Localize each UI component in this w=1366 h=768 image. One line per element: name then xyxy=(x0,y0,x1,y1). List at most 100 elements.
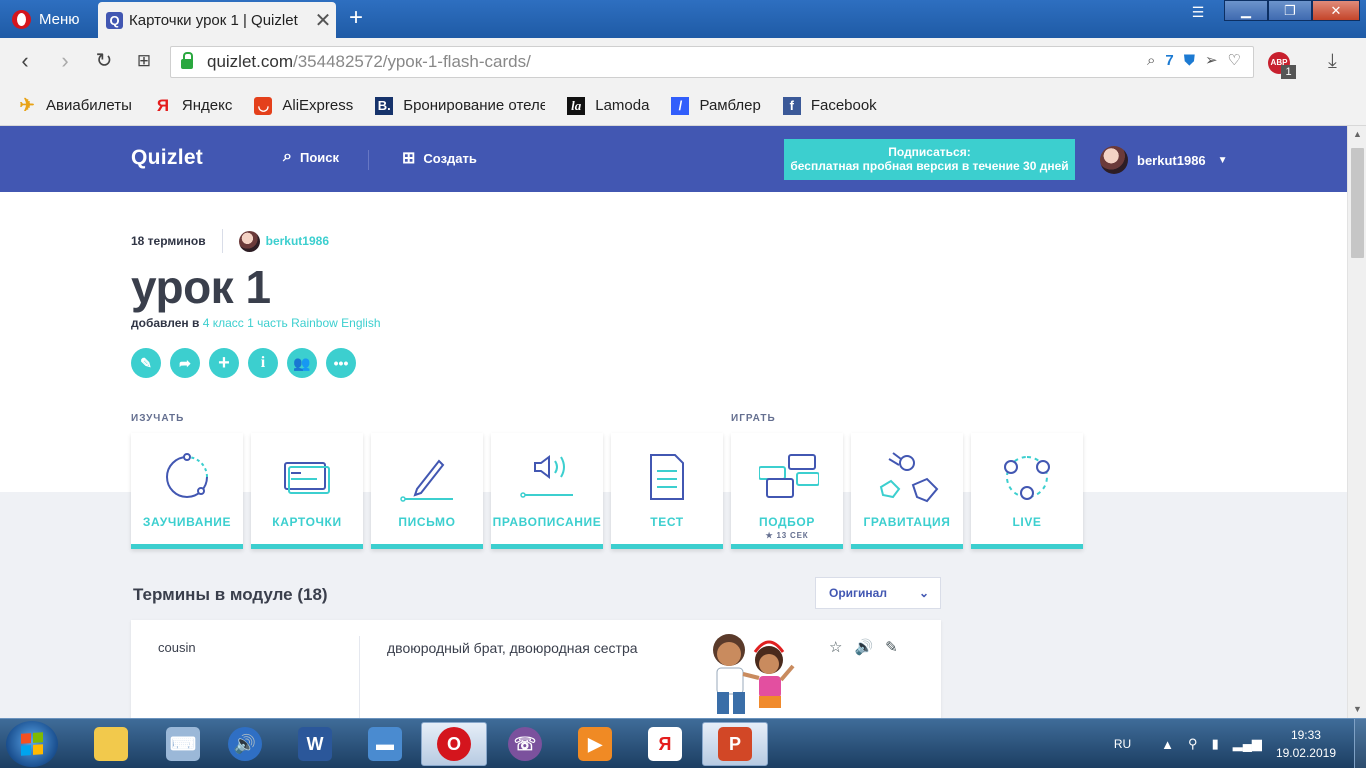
new-tab-button[interactable]: + xyxy=(342,4,370,32)
url-actions: ⌕ 7 ⛊ ➢ ♡ xyxy=(1147,51,1241,70)
close-window-button[interactable]: ✕ xyxy=(1312,0,1360,21)
creator-avatar[interactable] xyxy=(238,230,260,252)
taskbar-app-explorer[interactable] xyxy=(78,722,144,766)
quizlet-logo[interactable]: Quizlet xyxy=(131,146,203,170)
mode-live[interactable]: LIVE xyxy=(971,433,1083,549)
bookmark-lamoda[interactable]: la Lamoda xyxy=(567,96,649,115)
back-icon[interactable]: ‹ xyxy=(12,48,38,74)
tab-close-icon[interactable]: ✕ xyxy=(310,8,336,33)
tab-menu-icon[interactable]: ☰ xyxy=(1180,0,1216,24)
download-icon[interactable]: ⤓ xyxy=(1328,50,1337,73)
page-scrollbar[interactable]: ▲ ▼ xyxy=(1347,126,1366,718)
taskbar-app-word[interactable]: W xyxy=(282,722,348,766)
word-icon: W xyxy=(298,727,332,761)
show-desktop-button[interactable] xyxy=(1354,719,1366,768)
taskbar-app-yandex-browser[interactable]: Я xyxy=(632,722,698,766)
network-icon[interactable]: ⚲ xyxy=(1188,736,1198,752)
system-tray: RU ▲ ⚲ ▮ ▂▄▆ 19:33 19.02.2019 xyxy=(1114,719,1366,768)
clock-date: 19.02.2019 xyxy=(1275,746,1336,760)
pencil-icon[interactable]: ✎ xyxy=(885,638,898,656)
taskbar-app-opera[interactable]: O xyxy=(421,722,487,766)
add-to-class-button[interactable]: + xyxy=(209,348,239,378)
yandex-browser-icon: Я xyxy=(648,727,682,761)
bookmark-booking[interactable]: B. Бронирование отеле xyxy=(375,96,545,115)
speed-dial-icon[interactable]: ⊞ xyxy=(131,48,157,74)
added-in: добавлен в 4 класс 1 часть Rainbow Engli… xyxy=(131,316,381,330)
language-indicator[interactable]: RU xyxy=(1114,737,1131,751)
chevron-down-icon: ▼ xyxy=(1217,154,1228,166)
create-button[interactable]: ⊞ Создать xyxy=(402,148,477,168)
gravity-icon xyxy=(879,452,939,503)
scroll-down-icon[interactable]: ▼ xyxy=(1348,701,1366,718)
tab-title: Карточки урок 1 | Quizlet xyxy=(129,11,298,29)
upgrade-line1: Подписаться: xyxy=(888,145,971,159)
user-menu[interactable]: berkut1986 ▼ xyxy=(1100,146,1228,174)
star-icon[interactable]: ☆ xyxy=(829,638,842,656)
adblock-count-badge: 1 xyxy=(1281,65,1296,79)
spell-icon xyxy=(520,455,573,498)
folder-link[interactable]: 4 класс 1 часть Rainbow English xyxy=(203,316,381,330)
taskbar-app-viber[interactable]: ☏ xyxy=(492,722,558,766)
clock[interactable]: 19:33 19.02.2019 xyxy=(1276,726,1336,762)
menu-label: Меню xyxy=(39,10,80,28)
url-field[interactable]: quizlet.com/354482572/урок-1-flash-cards… xyxy=(170,46,1254,78)
bookmark-facebook[interactable]: f Facebook xyxy=(782,96,877,115)
booking-icon: B. xyxy=(375,96,394,115)
tray-expand-icon[interactable]: ▲ xyxy=(1161,737,1174,752)
mode-learn[interactable]: ЗАУЧИВАНИЕ xyxy=(131,433,243,549)
taskbar-app-video-player[interactable]: ▶ xyxy=(562,722,628,766)
signal-icon[interactable]: ▂▄▆ xyxy=(1233,736,1262,752)
share-button[interactable]: ➦ xyxy=(170,348,200,378)
taskbar: ⌨ 🔊 W ▬ O ☏ ▶ Я P RU ▲ ⚲ ▮ ▂▄▆ 19:33 19.… xyxy=(0,718,1366,768)
mode-flashcards[interactable]: КАРТОЧКИ xyxy=(251,433,363,549)
mode-gravity[interactable]: ГРАВИТАЦИЯ xyxy=(851,433,963,549)
start-button[interactable] xyxy=(6,721,58,767)
power-icon[interactable]: ▮ xyxy=(1212,736,1219,752)
bookmark-aliexpress[interactable]: ◡ AliExpress xyxy=(254,96,353,115)
browser-tab-active[interactable]: Q Карточки урок 1 | Quizlet ✕ xyxy=(98,2,336,38)
bookmark-aviabilety[interactable]: ✈ Авиабилеты xyxy=(18,95,131,115)
bookmark-heart-icon[interactable]: ♡ xyxy=(1228,51,1241,69)
minimize-button[interactable]: ▁ xyxy=(1224,0,1268,21)
search-button[interactable]: ⌕ Поиск xyxy=(283,148,339,166)
page-search-icon[interactable]: ⌕ xyxy=(1147,52,1155,69)
maximize-button[interactable]: ❐ xyxy=(1268,0,1312,21)
mode-match[interactable]: ПОДБОР ★ 13 СЕК xyxy=(731,433,843,549)
mode-label: ПОДБОР xyxy=(759,515,815,529)
bookmark-label: Рамблер xyxy=(699,97,761,114)
sort-select[interactable]: Оригинал ⌄ xyxy=(815,577,941,609)
taskbar-app-remote-desktop[interactable]: ⌨ xyxy=(150,722,216,766)
bookmark-label: Яндекс xyxy=(181,97,233,114)
scrollbar-thumb[interactable] xyxy=(1351,148,1364,258)
mode-test[interactable]: ТЕСТ xyxy=(611,433,723,549)
study-section-label: ИЗУЧАТЬ xyxy=(131,413,185,424)
class-button[interactable]: 👥 xyxy=(287,348,317,378)
bookmark-rambler[interactable]: / Рамблер xyxy=(671,96,761,115)
taskbar-app-scanner[interactable]: ▬ xyxy=(352,722,418,766)
mode-write[interactable]: ПИСЬМО xyxy=(371,433,483,549)
tracker-blocker-icon[interactable]: ⛊ xyxy=(1184,52,1195,69)
bookmark-yandex[interactable]: Я Яндекс xyxy=(154,96,233,115)
window-controls: ☰ ▁ ❐ ✕ xyxy=(1180,0,1360,24)
term-word: cousin xyxy=(158,640,196,655)
send-icon[interactable]: ➢ xyxy=(1205,51,1218,69)
upgrade-button[interactable]: Подписаться: бесплатная пробная версия в… xyxy=(784,139,1075,180)
forward-icon[interactable]: › xyxy=(52,48,78,74)
match-icon xyxy=(759,454,819,498)
scroll-up-icon[interactable]: ▲ xyxy=(1348,126,1366,143)
info-button[interactable]: i xyxy=(248,348,278,378)
mode-spell[interactable]: ПРАВОПИСАНИЕ xyxy=(491,433,603,549)
reload-icon[interactable]: ↻ xyxy=(91,48,117,74)
creator-link[interactable]: berkut1986 xyxy=(266,234,329,248)
term-tools: ☆ 🔊 ✎ xyxy=(829,638,898,656)
taskbar-app-powerpoint[interactable]: P xyxy=(702,722,768,766)
opera-menu-button[interactable]: Меню xyxy=(0,0,96,38)
edit-button[interactable]: ✎ xyxy=(131,348,161,378)
term-divider xyxy=(359,636,360,718)
speaker-icon[interactable]: 🔊 xyxy=(854,638,873,656)
taskbar-app-media-player[interactable]: 🔊 xyxy=(212,722,278,766)
more-button[interactable]: ••• xyxy=(326,348,356,378)
learn-icon xyxy=(166,453,208,498)
video-player-icon: ▶ xyxy=(578,727,612,761)
mode-label: ГРАВИТАЦИЯ xyxy=(863,515,951,529)
